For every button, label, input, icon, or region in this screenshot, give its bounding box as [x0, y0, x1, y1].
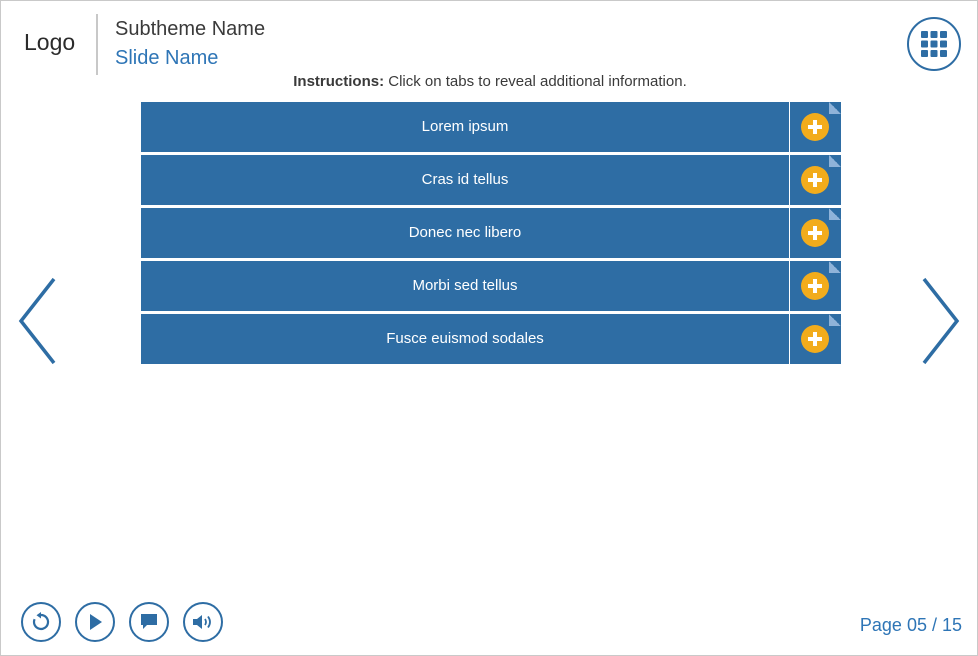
- tab-item[interactable]: Cras id tellus: [141, 155, 841, 205]
- subtheme-title: Subtheme Name: [115, 18, 266, 40]
- tab-label: Fusce euismod sodales: [386, 330, 544, 347]
- chevron-right-icon: [922, 277, 960, 365]
- tab-separator: [789, 261, 790, 311]
- caption-button[interactable]: [129, 602, 169, 642]
- page-indicator: Page 05 / 15: [859, 615, 962, 635]
- replay-icon: [32, 612, 50, 631]
- tab-list: Lorem ipsum Cras id tellus Donec nec lib…: [141, 102, 841, 367]
- tab-item[interactable]: Fusce euismod sodales: [141, 314, 841, 364]
- plus-icon[interactable]: [801, 166, 829, 194]
- plus-icon[interactable]: [801, 219, 829, 247]
- plus-icon[interactable]: [801, 325, 829, 353]
- tab-corner-fold: [829, 155, 841, 167]
- instructions: Instructions: Click on tabs to reveal ad…: [1, 73, 978, 90]
- tab-separator: [789, 314, 790, 364]
- tab-label: Cras id tellus: [421, 171, 509, 188]
- grid-icon: [921, 31, 947, 57]
- tab-label: Lorem ipsum: [421, 118, 509, 135]
- instructions-label: Instructions:: [293, 73, 385, 90]
- tab-corner-fold: [829, 208, 841, 220]
- instructions-text: Click on tabs to reveal additional infor…: [388, 73, 687, 90]
- header-divider: [96, 14, 98, 75]
- previous-slide-button[interactable]: [17, 277, 57, 365]
- slide-title: Slide Name: [115, 47, 219, 69]
- plus-icon[interactable]: [801, 272, 829, 300]
- tab-item[interactable]: Morbi sed tellus: [141, 261, 841, 311]
- logo: Logo: [24, 29, 76, 55]
- slide-frame: Logo Subtheme Name Slide Name Instructio…: [0, 0, 978, 656]
- plus-icon[interactable]: [801, 113, 829, 141]
- tab-item[interactable]: Donec nec libero: [141, 208, 841, 258]
- tab-corner-fold: [829, 102, 841, 114]
- play-icon: [90, 614, 102, 630]
- tab-label: Morbi sed tellus: [412, 277, 518, 294]
- tab-separator: [789, 102, 790, 152]
- audio-button[interactable]: [183, 602, 223, 642]
- tab-separator: [789, 155, 790, 205]
- next-slide-button[interactable]: [921, 277, 961, 365]
- caption-icon: [141, 614, 157, 629]
- menu-button[interactable]: [907, 17, 961, 71]
- tab-corner-fold: [829, 261, 841, 273]
- tab-separator: [789, 208, 790, 258]
- tab-label: Donec nec libero: [408, 224, 522, 241]
- tab-corner-fold: [829, 314, 841, 326]
- volume-icon: [193, 615, 211, 629]
- chevron-left-icon: [18, 277, 56, 365]
- tab-item[interactable]: Lorem ipsum: [141, 102, 841, 152]
- play-button[interactable]: [75, 602, 115, 642]
- replay-button[interactable]: [21, 602, 61, 642]
